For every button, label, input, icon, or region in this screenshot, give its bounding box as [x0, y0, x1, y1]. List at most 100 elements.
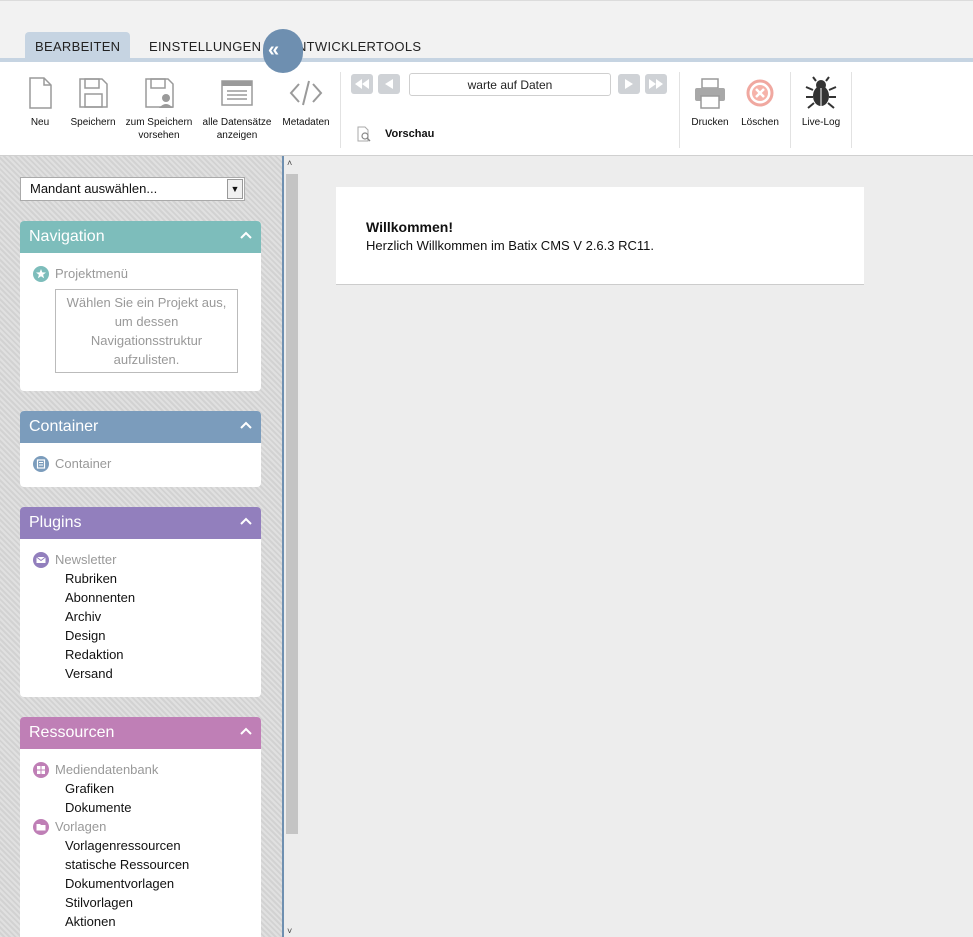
project-hint: Wählen Sie ein Projekt aus, um dessen Na…: [55, 289, 238, 373]
container-panel: Container Container: [20, 411, 261, 487]
floppy-disk-icon: [79, 78, 108, 108]
toolbar-separator: [679, 72, 680, 148]
newsletter-item-archiv[interactable]: Archiv: [33, 607, 261, 626]
code-icon: [289, 80, 323, 106]
metadata-button-label: Metadaten: [282, 117, 330, 128]
preview-label[interactable]: Vorschau: [385, 128, 434, 140]
step-backward-icon: [385, 79, 393, 89]
newsletter-item-abonnenten[interactable]: Abonnenten: [33, 588, 261, 607]
scroll-down-icon[interactable]: ˅: [287, 926, 292, 936]
print-button-label: Drucken: [691, 117, 729, 128]
chevron-down-icon[interactable]: ▼: [227, 179, 243, 199]
record-status-field[interactable]: warte auf Daten: [409, 73, 611, 96]
welcome-text: Herzlich Willkommen im Batix CMS V 2.6.3…: [366, 238, 654, 253]
container-panel-header[interactable]: Container: [20, 411, 261, 443]
plugins-panel-header[interactable]: Plugins: [20, 507, 261, 539]
floppy-user-icon: [145, 78, 174, 108]
delete-button-label: Löschen: [741, 117, 779, 128]
chevron-up-icon[interactable]: [240, 231, 252, 239]
all-records-button-label: alle Datensätze anzeigen: [202, 117, 272, 141]
scroll-up-icon[interactable]: ˄: [287, 158, 292, 168]
resources-panel-title: Ressourcen: [29, 724, 115, 741]
project-menu-label: Projektmenü: [55, 266, 128, 281]
toolbar-separator: [790, 72, 791, 148]
main-tab-bar: BEARBEITEN EINSTELLUNGEN ENTWICKLERTOOLS: [0, 0, 973, 63]
fast-backward-icon: [355, 79, 369, 89]
templates-label: Vorlagen: [55, 819, 107, 834]
all-records-button[interactable]: alle Datensätze anzeigen: [199, 76, 275, 142]
envelope-icon: [33, 551, 49, 568]
resources-panel: Ressourcen Mediendatenbank Grafiken Doku…: [20, 717, 261, 937]
newsletter-item-rubriken[interactable]: Rubriken: [33, 569, 261, 588]
metadata-button[interactable]: Metadaten: [280, 76, 332, 129]
navigation-panel-title: Navigation: [29, 228, 105, 245]
chevron-up-icon[interactable]: [240, 421, 252, 429]
resources-panel-header[interactable]: Ressourcen: [20, 717, 261, 749]
media-item-dokumente[interactable]: Dokumente: [33, 798, 261, 817]
new-document-icon: [29, 77, 52, 109]
scrollbar-thumb[interactable]: [286, 174, 298, 834]
newsletter-item-design[interactable]: Design: [33, 626, 261, 645]
template-item-stilvorlagen[interactable]: Stilvorlagen: [33, 893, 261, 912]
save-button[interactable]: Speichern: [67, 76, 119, 129]
print-button[interactable]: Drucken: [688, 76, 732, 129]
template-item-vorlagenressourcen[interactable]: Vorlagenressourcen: [33, 836, 261, 855]
save-prepare-button-label: zum Speichern vorsehen: [125, 117, 193, 141]
navigation-panel-header[interactable]: Navigation: [20, 221, 261, 253]
next-record-button[interactable]: [618, 74, 640, 94]
livelog-button[interactable]: Live-Log: [798, 76, 844, 129]
navigation-panel: Navigation Projektmenü Wählen Sie ein Pr…: [20, 221, 261, 391]
last-record-button[interactable]: [645, 74, 667, 94]
delete-button[interactable]: Löschen: [738, 76, 782, 129]
mandant-select[interactable]: Mandant auswählen... ▼: [20, 177, 245, 201]
template-item-aktionen[interactable]: Aktionen: [33, 912, 261, 931]
newsletter-item-versand[interactable]: Versand: [33, 664, 261, 683]
delete-circle-icon: [746, 79, 774, 107]
save-prepare-button[interactable]: zum Speichern vorsehen: [123, 76, 195, 142]
newsletter-group[interactable]: Newsletter: [33, 550, 261, 569]
project-menu-group[interactable]: Projektmenü: [33, 264, 261, 283]
tab-bearbeiten[interactable]: BEARBEITEN: [25, 32, 131, 59]
container-panel-title: Container: [29, 418, 99, 435]
prev-record-button[interactable]: [378, 74, 400, 94]
livelog-button-label: Live-Log: [801, 117, 841, 128]
folder-icon: [33, 818, 49, 835]
container-list-icon: [33, 455, 49, 472]
collapse-sidebar-button[interactable]: «: [263, 29, 303, 73]
list-window-icon: [221, 80, 253, 106]
sidebar: Mandant auswählen... ▼ Navigation Projek…: [0, 156, 282, 937]
double-chevron-left-icon: «: [268, 39, 280, 61]
plugins-panel: Plugins Newsletter Rubriken Abonnenten A…: [20, 507, 261, 697]
chevron-up-icon[interactable]: [240, 727, 252, 735]
save-button-label: Speichern: [70, 117, 116, 128]
grid-icon: [33, 761, 49, 778]
step-forward-icon: [625, 79, 633, 89]
chevron-up-icon[interactable]: [240, 517, 252, 525]
first-record-button[interactable]: [351, 74, 373, 94]
bug-icon: [805, 76, 837, 109]
sidebar-scrollbar[interactable]: ˄ ˅: [282, 156, 300, 937]
media-item-grafiken[interactable]: Grafiken: [33, 779, 261, 798]
star-icon: [33, 265, 49, 282]
newsletter-label: Newsletter: [55, 552, 117, 567]
template-item-dokumentvorlagen[interactable]: Dokumentvorlagen: [33, 874, 261, 893]
main-content: Willkommen! Herzlich Willkommen im Batix…: [300, 156, 973, 937]
tab-einstellungen[interactable]: EINSTELLUNGEN: [139, 32, 271, 59]
plugins-panel-title: Plugins: [29, 514, 82, 531]
welcome-card: Willkommen! Herzlich Willkommen im Batix…: [336, 187, 864, 285]
template-item-statische-ressourcen[interactable]: statische Ressourcen: [33, 855, 261, 874]
container-group-label: Container: [55, 456, 112, 471]
mandant-select-value: Mandant auswählen...: [30, 181, 158, 196]
new-button[interactable]: Neu: [20, 76, 60, 129]
media-db-label: Mediendatenbank: [55, 762, 159, 777]
preview-magnifier-icon[interactable]: [356, 126, 372, 142]
newsletter-item-redaktion[interactable]: Redaktion: [33, 645, 261, 664]
media-db-group[interactable]: Mediendatenbank: [33, 760, 261, 779]
new-button-label: Neu: [30, 117, 50, 128]
printer-icon: [695, 78, 725, 109]
container-group[interactable]: Container: [33, 454, 261, 473]
toolbar-separator: [851, 72, 852, 148]
toolbar-separator: [340, 72, 341, 148]
welcome-title: Willkommen!: [366, 219, 453, 235]
templates-group[interactable]: Vorlagen: [33, 817, 261, 836]
